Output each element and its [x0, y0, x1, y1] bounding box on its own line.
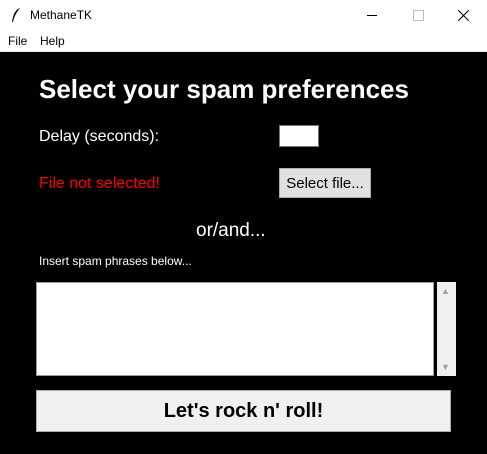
close-icon — [458, 10, 469, 21]
select-file-button[interactable]: Select file... — [279, 168, 371, 198]
menu-bar: File Help — [0, 31, 487, 52]
or-and-label: or/and... — [196, 220, 266, 241]
insert-phrases-label: Insert spam phrases below... — [39, 254, 192, 268]
close-button[interactable] — [441, 0, 487, 31]
scroll-up-arrow-icon[interactable]: ▲ — [441, 286, 450, 296]
window-title: MethaneTK — [30, 8, 93, 22]
maximize-button[interactable] — [395, 0, 441, 31]
start-spam-button[interactable]: Let's rock n' roll! — [36, 390, 451, 432]
file-status: File not selected! — [39, 175, 160, 192]
title-bar: MethaneTK — [0, 0, 487, 31]
feather-icon — [10, 7, 22, 23]
minimize-button[interactable] — [349, 0, 395, 31]
scroll-down-arrow-icon[interactable]: ▼ — [441, 362, 450, 372]
delay-label: Delay (seconds): — [39, 128, 160, 145]
spam-phrases-textarea[interactable] — [36, 282, 434, 376]
page-heading: Select your spam preferences — [39, 74, 409, 104]
textarea-scrollbar[interactable]: ▲ ▼ — [437, 282, 456, 376]
menu-file[interactable]: File — [8, 34, 27, 48]
delay-input[interactable] — [279, 125, 319, 147]
menu-help[interactable]: Help — [40, 34, 65, 48]
main-panel: Select your spam preferences Delay (seco… — [0, 52, 487, 454]
